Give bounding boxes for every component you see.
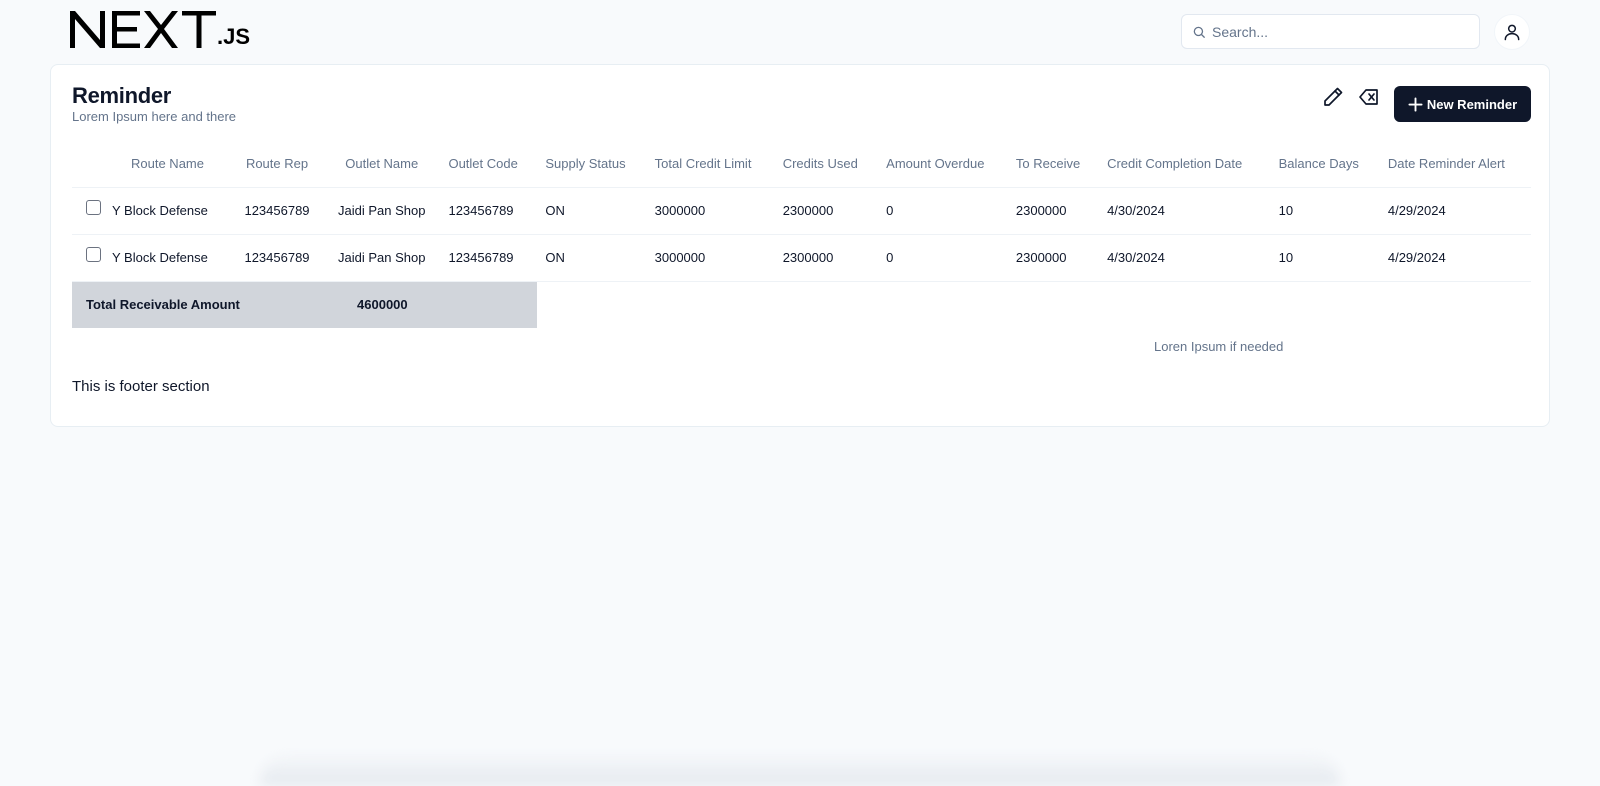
column-header[interactable]: Supply Status [537,141,647,188]
user-icon [1504,24,1520,41]
footer-text: This is footer section [72,378,210,395]
user-menu-button[interactable] [1494,14,1530,50]
column-header[interactable]: To Receive [1007,141,1100,188]
table-note: Loren Ipsum if needed [1154,339,1284,354]
page-title: Reminder [72,83,172,108]
plus-icon [1408,96,1423,112]
table-row[interactable]: Y Block Defense 123456789 Jaidi Pan Shop… [72,234,1531,282]
to-receive-cell: 2300000 [1007,187,1100,235]
column-header[interactable]: Outlet Name [323,141,441,188]
row-checkbox[interactable] [86,200,101,215]
search-box[interactable] [1181,14,1480,49]
supply-status-cell: ON [537,187,647,235]
total-row-spacer [537,281,1531,328]
outlet-name-cell: Jaidi Pan Shop [323,187,441,235]
outlet-code-cell: 123456789 [440,187,538,235]
table-header-row: Route Name Route Rep Outlet Name Outlet … [72,141,1531,188]
credit-completion-date-cell: 4/30/2024 [1099,234,1271,282]
delete-button[interactable] [1357,85,1381,109]
balance-days-cell: 10 [1270,187,1380,235]
credits-used-cell: 2300000 [774,187,879,235]
reminder-card: Reminder Lorem Ipsum here and there New … [50,64,1550,427]
total-value: 4600000 [323,281,538,328]
row-select-cell [72,234,104,282]
column-header[interactable]: Route Name [104,141,231,188]
supply-status-cell: ON [537,234,647,282]
pencil-icon [1324,87,1343,106]
row-select-cell [72,187,104,235]
date-reminder-alert-cell: 4/29/2024 [1379,234,1531,282]
outlet-name-cell: Jaidi Pan Shop [323,234,441,282]
new-reminder-label: New Reminder [1426,96,1518,112]
column-header[interactable]: Credits Used [774,141,879,188]
edit-button[interactable] [1321,85,1345,109]
select-column-header [72,141,104,188]
backspace-icon [1359,89,1378,105]
to-receive-cell: 2300000 [1007,234,1100,282]
new-reminder-button[interactable]: New Reminder [1394,86,1531,122]
logo-next-wordmark [70,11,216,48]
route-rep-cell: 123456789 [231,187,324,235]
column-header[interactable]: Balance Days [1270,141,1380,188]
route-name-cell: Y Block Defense [104,234,231,282]
credit-completion-date-cell: 4/30/2024 [1099,187,1271,235]
total-credit-limit-cell: 3000000 [646,187,775,235]
row-checkbox[interactable] [86,247,101,262]
total-credit-limit-cell: 3000000 [646,234,775,282]
bottom-shadow [260,752,1340,786]
logo-suffix: .JS [217,24,251,49]
table-row[interactable]: Y Block Defense 123456789 Jaidi Pan Shop… [72,187,1531,235]
balance-days-cell: 10 [1270,234,1380,282]
column-header[interactable]: Amount Overdue [878,141,1008,188]
route-name-cell: Y Block Defense [104,187,231,235]
top-bar: .JS [0,0,1600,64]
search-input[interactable] [1212,23,1452,40]
reminder-table: Route Name Route Rep Outlet Name Outlet … [72,141,1531,328]
column-header[interactable]: Date Reminder Alert [1379,141,1531,188]
amount-overdue-cell: 0 [878,187,1008,235]
date-reminder-alert-cell: 4/29/2024 [1379,187,1531,235]
column-header[interactable]: Route Rep [231,141,324,188]
search-icon [1193,26,1205,38]
route-rep-cell: 123456789 [231,234,324,282]
logo: .JS [70,11,250,48]
total-label: Total Receivable Amount [72,281,324,328]
page-subtitle: Lorem Ipsum here and there [72,109,237,124]
column-header[interactable]: Total Credit Limit [646,141,775,188]
amount-overdue-cell: 0 [878,234,1008,282]
total-row: Total Receivable Amount 4600000 [72,281,1531,328]
column-header[interactable]: Outlet Code [440,141,538,188]
outlet-code-cell: 123456789 [440,234,538,282]
column-header[interactable]: Credit Completion Date [1099,141,1271,188]
credits-used-cell: 2300000 [774,234,879,282]
